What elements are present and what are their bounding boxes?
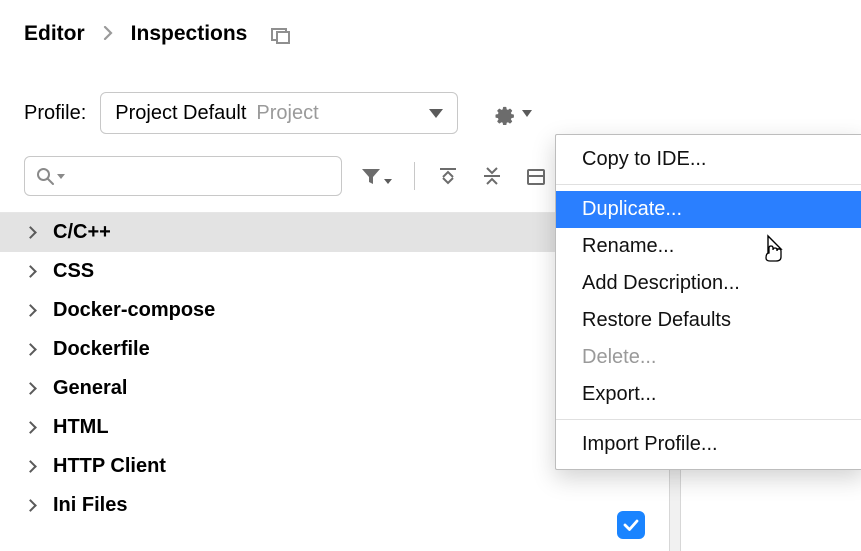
chevron-right-icon[interactable] [24, 226, 37, 239]
tree-row-label: C/C++ [53, 221, 111, 244]
tree-row[interactable]: Ini Files [0, 486, 861, 525]
tree-row-label: Docker-compose [53, 299, 215, 322]
popup-item: Delete... [556, 339, 861, 376]
inspection-checkbox[interactable] [617, 511, 645, 539]
chevron-down-icon [57, 174, 65, 179]
profile-name: Project Default [115, 102, 246, 125]
popup-item[interactable]: Import Profile... [556, 426, 861, 463]
reset-button[interactable] [525, 165, 547, 187]
chevron-right-icon[interactable] [24, 304, 37, 317]
chevron-right-icon[interactable] [24, 382, 37, 395]
popup-item[interactable]: Duplicate... [556, 191, 861, 228]
tree-row-label: Ini Files [53, 494, 127, 517]
popup-item[interactable]: Restore Defaults [556, 302, 861, 339]
separator [414, 162, 415, 190]
chevron-down-icon [384, 179, 392, 184]
profile-row: Profile: Project Default Project [0, 46, 861, 134]
popup-item[interactable]: Copy to IDE... [556, 141, 861, 178]
tree-row-label: General [53, 377, 127, 400]
search-input[interactable] [24, 156, 342, 196]
tree-row-label: HTTP Client [53, 455, 166, 478]
chevron-right-icon[interactable] [24, 265, 37, 278]
profile-label: Profile: [24, 102, 86, 125]
chevron-right-icon[interactable] [24, 499, 37, 512]
tree-row-label: HTML [53, 416, 109, 439]
reset-icon [525, 165, 547, 187]
tree-row-label: Dockerfile [53, 338, 150, 361]
show-in-new-window-icon[interactable] [271, 28, 287, 41]
separator [556, 419, 861, 420]
filter-button[interactable] [360, 166, 392, 186]
popup-item[interactable]: Rename... [556, 228, 861, 265]
chevron-right-icon [103, 24, 113, 45]
chevron-down-icon [429, 109, 443, 118]
breadcrumb-current: Inspections [131, 22, 248, 46]
popup-item[interactable]: Export... [556, 376, 861, 413]
chevron-right-icon[interactable] [24, 460, 37, 473]
gear-button[interactable] [490, 97, 534, 129]
collapse-all-button[interactable] [481, 165, 503, 187]
profile-actions-popup: Copy to IDE... Duplicate...Rename...Add D… [555, 134, 861, 470]
filter-icon [360, 166, 382, 186]
chevron-right-icon[interactable] [24, 343, 37, 356]
collapse-all-icon [481, 165, 503, 187]
separator [556, 184, 861, 185]
chevron-down-icon [522, 110, 532, 117]
chevron-right-icon[interactable] [24, 421, 37, 434]
breadcrumb: Editor Inspections [0, 0, 861, 46]
search-icon [35, 166, 55, 186]
tree-row-label: CSS [53, 260, 94, 283]
profile-scope: Project [256, 102, 318, 125]
popup-item[interactable]: Add Description... [556, 265, 861, 302]
checkmark-icon [622, 516, 640, 534]
gear-icon [492, 101, 516, 125]
expand-all-button[interactable] [437, 165, 459, 187]
breadcrumb-parent[interactable]: Editor [24, 22, 85, 46]
expand-all-icon [437, 165, 459, 187]
profile-select[interactable]: Project Default Project [100, 92, 458, 134]
